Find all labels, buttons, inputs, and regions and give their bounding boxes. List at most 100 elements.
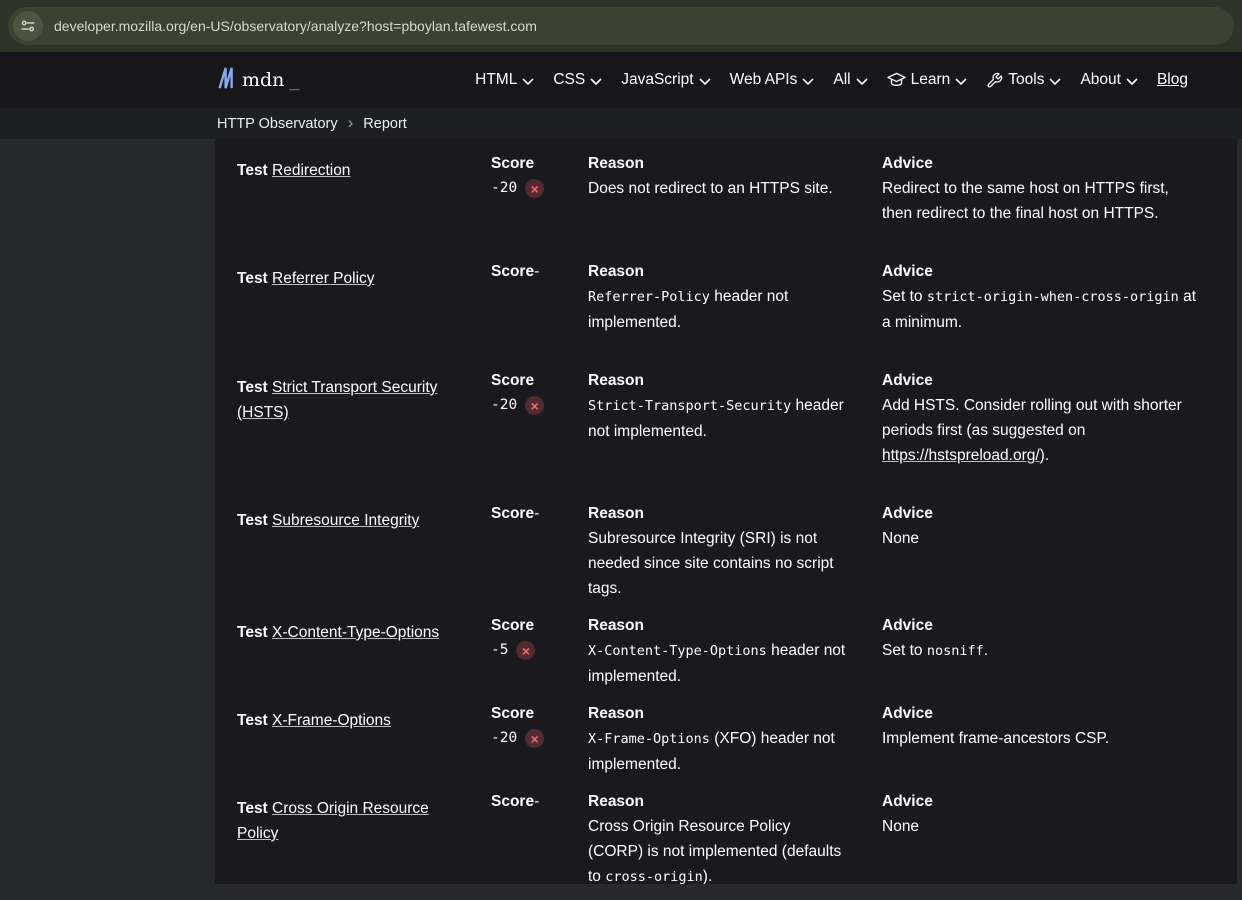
nav-item-label: Tools xyxy=(1008,71,1044,89)
nav-item-css[interactable]: CSS xyxy=(553,71,602,89)
test-label: Test xyxy=(237,624,272,641)
reason-text: Strict-Transport-Security header not imp… xyxy=(588,393,846,444)
reason-text: Does not redirect to an HTTPS site. xyxy=(588,176,846,201)
score-empty-dash: - xyxy=(534,505,539,522)
nav-item-label: JavaScript xyxy=(621,71,693,89)
table-row: Test Strict Transport Security (HSTS) Sc… xyxy=(215,356,1237,489)
test-cell: Test Strict Transport Security (HSTS) xyxy=(237,368,491,489)
test-cell: Test Subresource Integrity xyxy=(237,501,491,601)
nav-item-html[interactable]: HTML xyxy=(475,71,534,89)
reason-cell: Reason Does not redirect to an HTTPS sit… xyxy=(588,151,882,247)
score-cell: Score -5 × xyxy=(491,613,588,689)
advice-cell: Advice Set to nosniff. xyxy=(882,613,1217,689)
nav-item-blog[interactable]: Blog xyxy=(1157,71,1188,89)
advice-label: Advice xyxy=(882,701,1203,726)
table-row: Test Subresource Integrity Score- Reason… xyxy=(215,489,1237,601)
reason-text: X-Content-Type-Options header not implem… xyxy=(588,638,846,689)
reason-label: Reason xyxy=(588,613,846,638)
score-label: Score xyxy=(491,505,534,522)
test-link[interactable]: X-Frame-Options xyxy=(272,712,391,729)
test-label: Test xyxy=(237,270,272,287)
test-cell: Test Referrer Policy xyxy=(237,259,491,356)
reason-text: Subresource Integrity (SRI) is not neede… xyxy=(588,526,846,601)
chevron-down-icon xyxy=(522,78,534,85)
advice-text: None xyxy=(882,526,1203,551)
chevron-down-icon xyxy=(699,78,711,85)
score-label: Score xyxy=(491,263,534,280)
table-row: Test Redirection Score -20 × Reason Does… xyxy=(215,139,1237,247)
mdn-logo-underscore: _ xyxy=(289,73,299,91)
advice-link[interactable]: https://hstspreload.org/ xyxy=(882,447,1040,464)
test-cell: Test X-Frame-Options xyxy=(237,701,491,777)
advice-label: Advice xyxy=(882,259,1203,284)
reason-label: Reason xyxy=(588,259,846,284)
mdn-logo[interactable]: mdn _ xyxy=(217,66,299,95)
score-label: Score xyxy=(491,155,534,172)
advice-label: Advice xyxy=(882,501,1203,526)
test-link[interactable]: Redirection xyxy=(272,162,350,179)
nav-item-javascript[interactable]: JavaScript xyxy=(621,71,710,89)
address-bar[interactable]: developer.mozilla.org/en-US/observatory/… xyxy=(8,7,1234,45)
test-label: Test xyxy=(237,800,272,817)
score-value: -20 × xyxy=(491,726,588,751)
nav-item-label: All xyxy=(833,71,850,89)
score-value: -20 × xyxy=(491,176,588,201)
chevron-down-icon xyxy=(802,78,814,85)
reason-label: Reason xyxy=(588,789,846,814)
test-label: Test xyxy=(237,512,272,529)
reason-label: Reason xyxy=(588,701,846,726)
nav-item-label: Learn xyxy=(911,71,951,89)
fail-x-icon: × xyxy=(525,179,544,198)
score-value: -20 × xyxy=(491,393,588,418)
score-label: Score xyxy=(491,793,534,810)
chevron-down-icon xyxy=(1126,78,1138,85)
score-label: Score xyxy=(491,705,534,722)
reason-cell: Reason Referrer-Policy header not implem… xyxy=(588,259,882,356)
graduation-cap-icon xyxy=(887,72,906,88)
advice-cell: Advice Redirect to the same host on HTTP… xyxy=(882,151,1217,247)
mdn-m-icon xyxy=(217,66,237,95)
score-cell: Score- xyxy=(491,259,588,356)
reason-cell: Reason X-Frame-Options (XFO) header not … xyxy=(588,701,882,777)
advice-text: Implement frame-ancestors CSP. xyxy=(882,726,1203,751)
browser-url-bar: developer.mozilla.org/en-US/observatory/… xyxy=(0,0,1242,52)
advice-label: Advice xyxy=(882,789,1203,814)
nav-item-learn[interactable]: Learn xyxy=(887,71,968,89)
chevron-down-icon xyxy=(955,78,967,85)
nav-item-label: HTML xyxy=(475,71,517,89)
breadcrumb-http-observatory[interactable]: HTTP Observatory xyxy=(217,116,338,132)
reason-label: Reason xyxy=(588,151,846,176)
test-cell: Test Cross Origin Resource Policy xyxy=(237,789,491,884)
advice-label: Advice xyxy=(882,151,1203,176)
url-text: developer.mozilla.org/en-US/observatory/… xyxy=(54,18,537,34)
test-label: Test xyxy=(237,379,272,396)
score-number: -5 xyxy=(491,638,508,663)
advice-cell: Advice None xyxy=(882,501,1217,601)
advice-cell: Advice Implement frame-ancestors CSP. xyxy=(882,701,1217,777)
chevron-down-icon xyxy=(1049,78,1061,85)
score-value: -5 × xyxy=(491,638,588,663)
test-link[interactable]: Referrer Policy xyxy=(272,270,375,287)
nav-item-about[interactable]: About xyxy=(1080,71,1138,89)
advice-label: Advice xyxy=(882,368,1203,393)
main-menu: HTML CSS JavaScript Web APIs All Learn Tools Ab… xyxy=(475,71,1188,89)
reason-cell: Reason Strict-Transport-Security header … xyxy=(588,368,882,489)
chevron-right-icon: › xyxy=(348,114,354,131)
score-number: -20 xyxy=(491,726,517,751)
test-link[interactable]: X-Content-Type-Options xyxy=(272,624,439,641)
score-label: Score xyxy=(491,617,534,634)
breadcrumb-report: Report xyxy=(363,116,407,132)
fail-x-icon: × xyxy=(525,729,544,748)
nav-item-web-apis[interactable]: Web APIs xyxy=(730,71,815,89)
score-empty-dash: - xyxy=(534,793,539,810)
observatory-report-table: Test Redirection Score -20 × Reason Does… xyxy=(215,139,1237,884)
advice-label: Advice xyxy=(882,613,1203,638)
nav-item-all[interactable]: All xyxy=(833,71,867,89)
reason-text: X-Frame-Options (XFO) header not impleme… xyxy=(588,726,846,777)
mdn-navbar: mdn _ HTML CSS JavaScript Web APIs All Learn T… xyxy=(0,52,1242,108)
nav-item-label: Web APIs xyxy=(730,71,798,89)
test-link[interactable]: Subresource Integrity xyxy=(272,512,419,529)
nav-item-tools[interactable]: Tools xyxy=(986,71,1061,89)
reason-label: Reason xyxy=(588,501,846,526)
site-settings-icon[interactable] xyxy=(13,11,43,41)
